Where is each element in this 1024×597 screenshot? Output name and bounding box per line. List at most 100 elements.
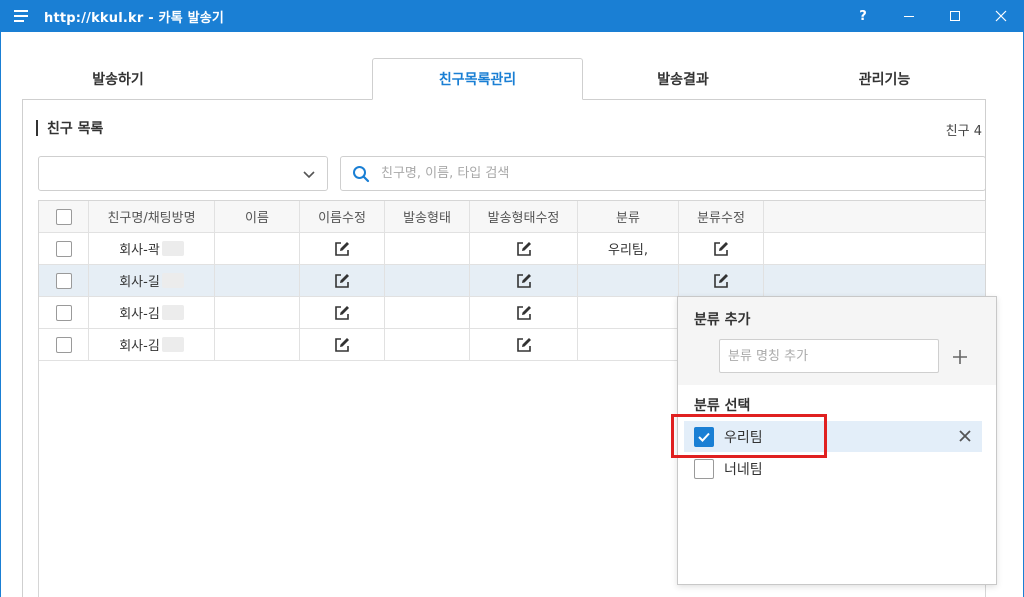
category-cell bbox=[578, 297, 679, 328]
category-label: 너네팀 bbox=[724, 461, 763, 478]
tab-send[interactable]: 발송하기 bbox=[22, 58, 214, 100]
add-category-button[interactable] bbox=[950, 347, 970, 367]
edit-category-cell bbox=[679, 233, 764, 264]
maximize-button[interactable] bbox=[932, 0, 978, 32]
row-checkbox[interactable] bbox=[55, 304, 72, 321]
name-cell bbox=[215, 233, 300, 264]
name-cell bbox=[215, 297, 300, 328]
category-name-input[interactable] bbox=[728, 348, 928, 364]
send-type-cell bbox=[385, 297, 470, 328]
filter-dropdown[interactable] bbox=[38, 156, 328, 191]
tab-admin[interactable]: 관리기능 bbox=[783, 58, 986, 100]
send-type-cell bbox=[385, 265, 470, 296]
title-bar: http://kkul.kr - 카톡 발송기 ? bbox=[0, 0, 1024, 32]
friend-name-cell: 회사-김 bbox=[89, 297, 215, 328]
edit-name-cell bbox=[300, 329, 385, 360]
category-input-box bbox=[719, 339, 939, 373]
plus-icon bbox=[953, 350, 967, 364]
edit-icon[interactable] bbox=[333, 240, 351, 258]
category-label: 우리팀 bbox=[724, 429, 763, 446]
window-border-left bbox=[0, 32, 1, 597]
edit-send-type-cell bbox=[470, 265, 578, 296]
category-add-title: 분류 추가 bbox=[694, 312, 751, 328]
edit-icon[interactable] bbox=[515, 240, 533, 258]
row-select-cell bbox=[39, 297, 89, 328]
category-item-our-team[interactable]: 우리팀 bbox=[684, 421, 982, 452]
column-header-friend-name[interactable]: 친구명/채팅방명 bbox=[89, 201, 215, 232]
column-header-edit-name[interactable]: 이름수정 bbox=[300, 201, 385, 232]
edit-icon[interactable] bbox=[515, 304, 533, 322]
table-row[interactable]: 회사-길 bbox=[39, 265, 985, 297]
close-button[interactable] bbox=[978, 0, 1024, 32]
section-marker bbox=[36, 120, 38, 136]
help-button[interactable]: ? bbox=[840, 0, 886, 32]
row-select-cell bbox=[39, 265, 89, 296]
minimize-icon bbox=[904, 16, 914, 17]
row-checkbox[interactable] bbox=[55, 272, 72, 289]
search-icon bbox=[341, 165, 381, 183]
friend-name: 회사-길 bbox=[119, 275, 160, 290]
edit-icon[interactable] bbox=[333, 272, 351, 290]
friend-count: 친구 4 bbox=[945, 124, 982, 139]
name-cell bbox=[215, 265, 300, 296]
minimize-button[interactable] bbox=[886, 0, 932, 32]
edit-icon[interactable] bbox=[515, 336, 533, 354]
table-row[interactable]: 회사-곽 우리팀, bbox=[39, 233, 985, 265]
edit-icon[interactable] bbox=[333, 336, 351, 354]
checkmark-icon bbox=[698, 432, 710, 442]
edit-send-type-cell bbox=[470, 297, 578, 328]
edit-name-cell bbox=[300, 233, 385, 264]
send-type-cell bbox=[385, 233, 470, 264]
edit-name-cell bbox=[300, 265, 385, 296]
row-select-cell bbox=[39, 233, 89, 264]
close-icon bbox=[995, 10, 1007, 22]
column-header-category[interactable]: 분류 bbox=[578, 201, 679, 232]
category-select-title: 분류 선택 bbox=[694, 398, 751, 414]
redacted-text bbox=[161, 273, 184, 288]
main-tabs: 발송하기 친구목록관리 발송결과 관리기능 bbox=[22, 58, 986, 100]
search-box bbox=[340, 156, 986, 191]
friend-name: 회사-김 bbox=[119, 307, 160, 322]
edit-icon[interactable] bbox=[515, 272, 533, 290]
chevron-down-icon bbox=[303, 171, 315, 179]
edit-icon[interactable] bbox=[712, 240, 730, 258]
category-checkbox[interactable] bbox=[694, 426, 714, 447]
friend-name: 회사-김 bbox=[119, 339, 160, 354]
row-checkbox[interactable] bbox=[55, 240, 72, 257]
column-header-edit-category[interactable]: 분류수정 bbox=[679, 201, 764, 232]
column-header-send-type[interactable]: 발송형태 bbox=[385, 201, 470, 232]
row-checkbox[interactable] bbox=[55, 336, 72, 353]
select-all-checkbox[interactable] bbox=[55, 208, 72, 225]
maximize-icon bbox=[950, 11, 960, 21]
tab-spacer bbox=[214, 58, 372, 100]
column-header-name[interactable]: 이름 bbox=[215, 201, 300, 232]
tab-send-results[interactable]: 발송결과 bbox=[583, 58, 783, 100]
category-cell bbox=[578, 329, 679, 360]
name-cell bbox=[215, 329, 300, 360]
edit-name-cell bbox=[300, 297, 385, 328]
column-header-edit-send-type[interactable]: 발송형태수정 bbox=[470, 201, 578, 232]
redacted-text bbox=[161, 337, 184, 352]
friend-name-cell: 회사-길 bbox=[89, 265, 215, 296]
redacted-text bbox=[161, 305, 184, 320]
category-item-your-team[interactable]: 너네팀 bbox=[684, 453, 982, 484]
edit-icon[interactable] bbox=[712, 272, 730, 290]
window-title: http://kkul.kr - 카톡 발송기 bbox=[44, 10, 225, 26]
delete-category-icon[interactable] bbox=[958, 429, 972, 443]
search-input[interactable] bbox=[381, 166, 941, 181]
category-cell bbox=[578, 265, 679, 296]
edit-icon[interactable] bbox=[333, 304, 351, 322]
friend-name-cell: 회사-곽 bbox=[89, 233, 215, 264]
edit-category-cell bbox=[679, 265, 764, 296]
category-checkbox[interactable] bbox=[694, 458, 714, 479]
friend-name-cell: 회사-김 bbox=[89, 329, 215, 360]
category-popup: 분류 추가 분류 선택 우리팀 너네팀 bbox=[677, 296, 997, 585]
friend-name: 회사-곽 bbox=[119, 243, 160, 258]
tab-friend-management[interactable]: 친구목록관리 bbox=[372, 58, 583, 100]
menu-icon[interactable] bbox=[0, 0, 44, 32]
send-type-cell bbox=[385, 329, 470, 360]
edit-send-type-cell bbox=[470, 329, 578, 360]
edit-send-type-cell bbox=[470, 233, 578, 264]
table-header: 친구명/채팅방명 이름 이름수정 발송형태 발송형태수정 분류 분류수정 bbox=[39, 201, 985, 233]
section-title: 친구 목록 bbox=[36, 118, 103, 138]
